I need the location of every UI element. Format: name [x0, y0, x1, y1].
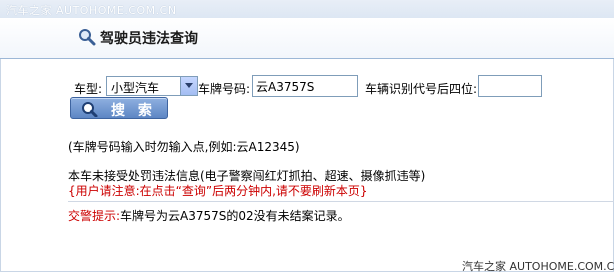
- vehicle-type-label: 车型:: [74, 82, 103, 96]
- result-label: 交警提示:: [68, 209, 121, 223]
- plate-label: 车牌号码:: [198, 82, 251, 96]
- result-text: 车牌号为云A3757S的02没有未结案记录。: [120, 209, 350, 223]
- vehicle-type-select[interactable]: 小型汽车: [106, 76, 198, 96]
- vehicle-type-selected: 小型汽车: [111, 81, 160, 95]
- watermark-bottom: 汽车之家 AUTOHOME.COM.CN: [462, 260, 614, 273]
- refresh-warning: {用户请注意:在点击“查询”后两分钟内,请不要刷新本页}: [68, 184, 368, 198]
- divider: [68, 201, 614, 202]
- magnifier-icon: [78, 28, 96, 46]
- chevron-down-icon[interactable]: [180, 77, 197, 95]
- query-form: 车型: 小型汽车 车牌号码: 车辆识别代号后四位:: [74, 75, 614, 99]
- plate-input[interactable]: [252, 75, 358, 97]
- vin-label: 车辆识别代号后四位:: [365, 82, 478, 96]
- search-button-label: 搜 索: [111, 103, 156, 119]
- result-message: 交警提示:车牌号为云A3757S的02没有未结案记录。: [68, 207, 350, 224]
- search-icon: [82, 102, 98, 117]
- vin-input[interactable]: [478, 75, 542, 97]
- header-bar: 驾驶员违法查询: [0, 18, 614, 59]
- page-title: 驾驶员违法查询: [100, 31, 198, 47]
- top-strip: 汽车之家 AUTOHOME.COM.CN: [0, 0, 614, 18]
- watermark-top: 汽车之家 AUTOHOME.COM.CN: [6, 4, 177, 17]
- search-button[interactable]: 搜 索: [70, 97, 168, 119]
- plate-format-hint: (车牌号码输入时勿输入点,例如:云A12345): [68, 140, 300, 154]
